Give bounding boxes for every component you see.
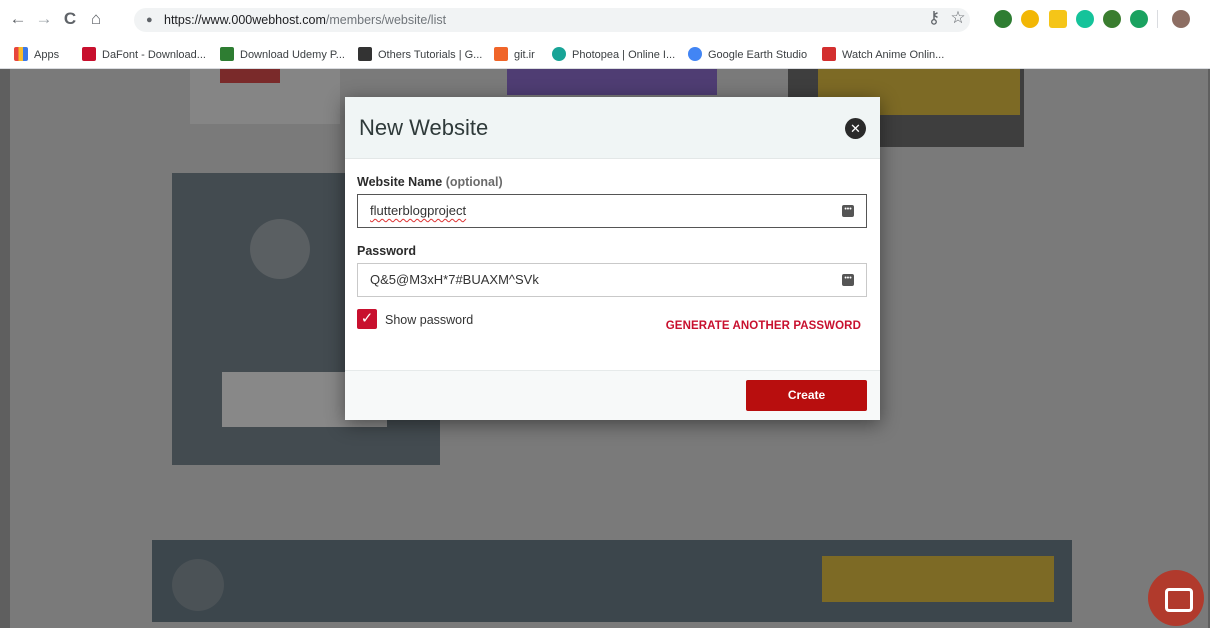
background-button xyxy=(822,556,1054,602)
bookmark-google-earth[interactable]: Google Earth Studio xyxy=(688,47,807,61)
back-icon[interactable]: ← xyxy=(8,9,28,29)
bookmark-apps[interactable]: Apps xyxy=(14,47,59,61)
bookmark-tutorials[interactable]: Others Tutorials | G... xyxy=(358,47,482,61)
url-path: /members/website/list xyxy=(325,13,447,27)
background-strip xyxy=(220,69,280,83)
password-label: Password xyxy=(357,244,417,258)
background-strip xyxy=(507,69,717,95)
dafont-icon xyxy=(82,47,96,61)
gitir-icon xyxy=(494,47,508,61)
optional-hint: (optional) xyxy=(445,175,503,189)
website-name-value: flutterblogproject xyxy=(370,203,467,218)
password-value: Q&5@M3xH*7#BUAXM^SVk xyxy=(370,272,539,287)
show-password-label[interactable]: Show password xyxy=(385,313,473,327)
google-icon xyxy=(688,47,702,61)
chat-widget-button[interactable] xyxy=(1148,570,1204,626)
website-name-input[interactable]: flutterblogproject ••• xyxy=(357,194,867,228)
dialog-footer: Create xyxy=(345,370,880,420)
dialog-header: New Website ✕ xyxy=(345,97,880,159)
background-logo xyxy=(172,559,224,611)
bookmarks-bar: Apps DaFont - Download... Download Udemy… xyxy=(0,38,1210,69)
extension-grammarly-icon[interactable] xyxy=(1076,10,1094,28)
close-icon[interactable]: ✕ xyxy=(845,118,866,139)
extension-shield-icon[interactable] xyxy=(994,10,1012,28)
photopea-icon xyxy=(552,47,566,61)
key-icon[interactable]: ⚷ xyxy=(924,8,944,28)
show-password-checkbox[interactable]: ✓ xyxy=(357,309,377,329)
reload-icon[interactable]: C xyxy=(60,9,80,29)
profile-avatar[interactable] xyxy=(1172,10,1190,28)
extension-note-icon[interactable] xyxy=(1049,10,1067,28)
background-logo xyxy=(250,219,310,279)
new-website-dialog: New Website ✕ Website Name (optional) fl… xyxy=(345,97,880,420)
dialog-title: New Website xyxy=(359,115,489,140)
website-name-label: Website Name (optional) xyxy=(357,175,503,189)
password-input[interactable]: Q&5@M3xH*7#BUAXM^SVk ••• xyxy=(357,263,867,297)
anime-icon xyxy=(822,47,836,61)
bookmark-dafont[interactable]: DaFont - Download... xyxy=(82,47,206,61)
ftu-icon xyxy=(220,47,234,61)
bookmark-udemy[interactable]: Download Udemy P... xyxy=(220,47,345,61)
star-icon[interactable]: ☆ xyxy=(948,8,968,28)
lock-icon: ● xyxy=(146,14,153,26)
tutorials-icon xyxy=(358,47,372,61)
url-host: https://www.000webhost.com xyxy=(164,13,326,27)
generate-password-link[interactable]: GENERATE ANOTHER PASSWORD xyxy=(666,320,861,332)
address-bar[interactable]: ● https://www.000webhost.com/members/web… xyxy=(134,8,970,32)
autofill-icon[interactable]: ••• xyxy=(842,274,854,286)
forward-icon[interactable]: → xyxy=(34,9,54,29)
extension-tab-icon[interactable] xyxy=(1130,10,1148,28)
create-button[interactable]: Create xyxy=(746,380,867,411)
browser-toolbar: ← → C ⌂ ● https://www.000webhost.com/mem… xyxy=(0,0,1210,38)
home-icon[interactable]: ⌂ xyxy=(86,9,106,29)
bookmark-anime[interactable]: Watch Anime Onlin... xyxy=(822,47,944,61)
autofill-icon[interactable]: ••• xyxy=(842,205,854,217)
toolbar-separator xyxy=(1157,10,1158,28)
bookmark-gitir[interactable]: git.ir xyxy=(494,47,535,61)
apps-grid-icon xyxy=(14,47,28,61)
extension-coin-icon[interactable] xyxy=(1021,10,1039,28)
extension-globe-icon[interactable] xyxy=(1103,10,1121,28)
bookmark-photopea[interactable]: Photopea | Online I... xyxy=(552,47,675,61)
